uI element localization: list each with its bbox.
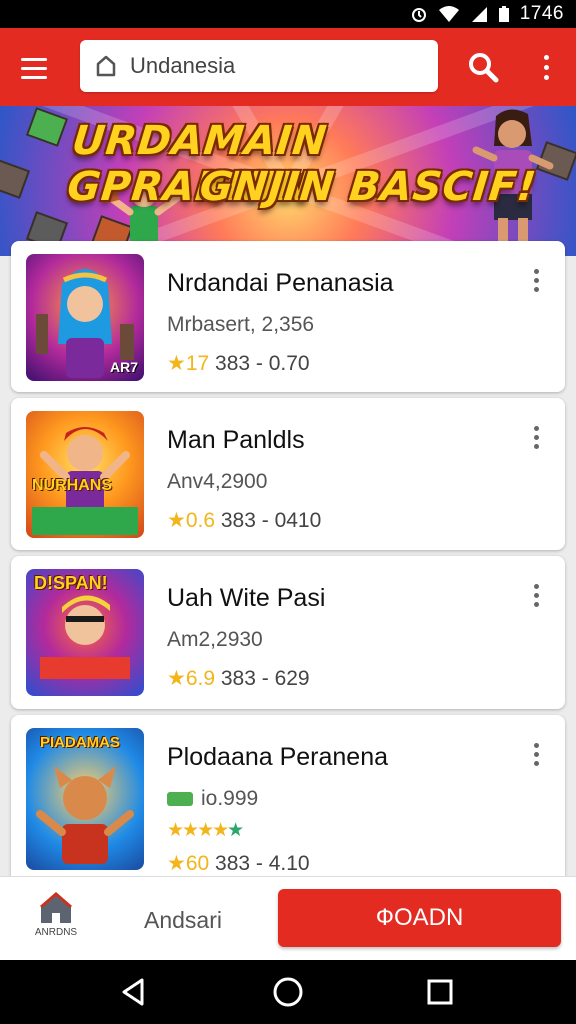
rating-value: 60 (185, 852, 210, 875)
app-subtitle: Am2,2930 (167, 628, 263, 651)
menu-icon (21, 57, 47, 61)
list-item[interactable]: PIADAMAS Plodaana Peranena io.999 ★★★★★ … (11, 715, 565, 883)
signal-icon (471, 7, 487, 22)
rating-value: 0.6 (185, 509, 216, 532)
star-icon: ★ (167, 667, 186, 690)
system-nav-bar (0, 960, 576, 1024)
home-outline-icon (96, 55, 116, 77)
home-label: ANRDNS (34, 927, 78, 938)
battery-icon (498, 6, 509, 22)
thumb-label: AR7 (109, 359, 138, 375)
primary-action-button[interactable]: ФOADN (278, 889, 561, 947)
item-more-button[interactable] (529, 426, 543, 456)
secondary-button[interactable]: Andsari (144, 907, 222, 934)
bottom-action-bar: ANRDNS Andsari ФOADN (0, 876, 576, 960)
search-button[interactable] (466, 50, 500, 84)
app-meta: ★0.6 383 - 0410 (167, 509, 322, 532)
search-field[interactable] (80, 40, 438, 92)
item-more-button[interactable] (529, 584, 543, 614)
rating-value: 6.9 (185, 667, 216, 690)
list-item[interactable]: D!SPAN! Uah Wite Pasi Am2,2930 ★6.9 383 … (11, 556, 565, 709)
status-time: 1746 (519, 3, 564, 24)
circle-home-icon (273, 977, 303, 1007)
app-subtitle: io.999 (167, 787, 258, 811)
badge-icon (167, 792, 193, 807)
app-name: Plodaana Peranena (167, 743, 389, 771)
thumb-label: NURHANS (32, 477, 112, 494)
app-name: Man Panldls (167, 426, 305, 454)
recents-button[interactable] (422, 974, 458, 1010)
app-meta: ★60 383 - 4.10 (167, 852, 310, 875)
home-button[interactable]: ANRDNS (28, 891, 84, 951)
status-bar: 1746 (0, 0, 576, 28)
app-thumbnail: D!SPAN! (26, 569, 144, 696)
app-subtitle: Mrbasert, 2,356 (167, 313, 315, 336)
menu-button[interactable] (14, 48, 54, 88)
more-options-button[interactable] (536, 50, 556, 84)
back-button[interactable] (116, 974, 152, 1010)
search-input[interactable] (130, 53, 400, 79)
back-icon (122, 978, 144, 1006)
app-name: Uah Wite Pasi (167, 584, 326, 612)
app-thumbnail: PIADAMAS (26, 728, 144, 870)
search-icon (469, 53, 499, 83)
square-recents-icon (427, 979, 453, 1005)
banner-title-line2: GNJIN BASCIF! (197, 164, 539, 210)
star-rating-icons: ★★★★★ (167, 820, 244, 841)
app-thumbnail: AR7 (26, 254, 144, 381)
rating-value: 17 (185, 352, 210, 375)
item-more-button[interactable] (529, 743, 543, 773)
home-nav-button[interactable] (270, 974, 306, 1010)
star-icon: ★ (167, 509, 186, 532)
star-icon: ★ (167, 352, 186, 375)
list-item[interactable]: AR7 Nrdandai Penanasia Mrbasert, 2,356 ★… (11, 241, 565, 392)
promo-banner[interactable]: URDAMAIN GPRARNIN GNJIN BASCIF! (0, 106, 576, 256)
app-subtitle: Anv4,2900 (167, 470, 268, 493)
alarm-icon (411, 8, 426, 22)
app-thumbnail: NURHANS (26, 411, 144, 538)
list-item[interactable]: NURHANS Man Panldls Anv4,2900 ★0.6 383 -… (11, 398, 565, 550)
star-icon: ★ (167, 852, 186, 875)
thumb-label: PIADAMAS (40, 734, 121, 751)
app-meta: ★6.9 383 - 629 (167, 667, 310, 690)
item-more-button[interactable] (529, 269, 543, 299)
block-decoration (0, 159, 31, 199)
thumb-label: D!SPAN! (34, 573, 108, 593)
app-meta: ★17 383 - 0.70 (167, 352, 310, 375)
app-name: Nrdandai Penanasia (167, 269, 394, 297)
app-bar (0, 28, 576, 106)
wifi-icon (438, 6, 459, 22)
home-icon (40, 892, 72, 923)
